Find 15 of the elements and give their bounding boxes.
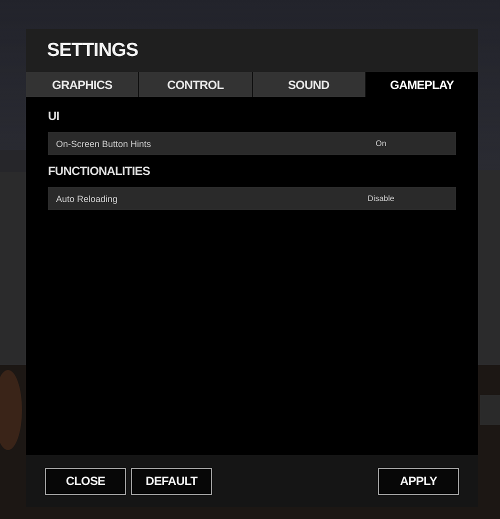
tab[interactable]: CONTROL [139,72,252,97]
close-button[interactable]: CLOSE [45,468,126,494]
option-value: On [374,139,388,148]
tab[interactable]: SOUND [252,72,366,97]
option-label: Auto Reloading [55,194,119,204]
option-row[interactable]: On-Screen Button Hints On [48,132,456,155]
option-value: Disable [366,194,396,203]
default-button[interactable]: DEFAULT [131,468,212,494]
section-heading: FUNCTIONALITIES [48,164,150,178]
section-heading: UI [48,109,60,123]
window-title: SETTINGS [47,40,138,62]
option-row[interactable]: Auto Reloading Disable [48,187,456,210]
option-label: On-Screen Button Hints [55,138,152,148]
apply-button[interactable]: APPLY [378,468,459,494]
tab[interactable]: GRAPHICS [26,72,140,97]
